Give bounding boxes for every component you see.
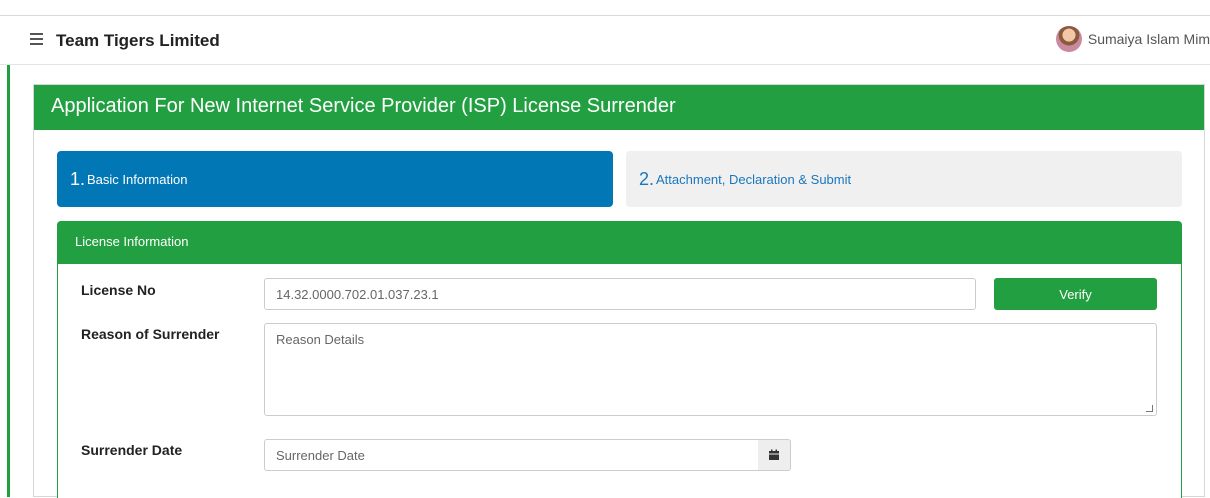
license-no-input[interactable]: 14.32.0000.702.01.037.23.1: [264, 278, 976, 310]
surrender-date-placeholder: Surrender Date: [276, 448, 365, 463]
license-no-label: License No: [81, 282, 156, 298]
page-title: Application For New Internet Service Pro…: [51, 95, 676, 117]
application-panel: Application For New Internet Service Pro…: [33, 84, 1205, 498]
calendar-icon: [769, 449, 779, 460]
user-menu[interactable]: Sumaiya Islam Mim: [1055, 26, 1210, 52]
top-spacer: [0, 0, 1210, 15]
step-basic-information[interactable]: 1. Basic Information: [57, 151, 613, 207]
surrender-date-input[interactable]: Surrender Date: [264, 439, 759, 471]
user-avatar: [1055, 26, 1082, 52]
step-attachment-declaration-submit[interactable]: 2. Attachment, Declaration & Submit: [626, 151, 1182, 207]
verify-button[interactable]: Verify: [994, 278, 1157, 310]
hamburger-menu-icon[interactable]: [30, 33, 43, 45]
surrender-date-label: Surrender Date: [81, 442, 183, 458]
license-information-card: License Information License No 14.32.000…: [57, 221, 1182, 498]
reason-details-textarea[interactable]: Reason Details: [264, 323, 1157, 416]
top-navbar: Team Tigers Limited Sumaiya Islam Mim: [0, 15, 1210, 65]
card-title: License Information: [58, 222, 1181, 264]
sidebar-edge: [7, 65, 10, 497]
calendar-button[interactable]: [758, 439, 791, 471]
brand-name: Team Tigers Limited: [56, 31, 220, 50]
reason-placeholder: Reason Details: [276, 332, 365, 347]
user-name: Sumaiya Islam Mim: [1087, 31, 1210, 47]
step-number: 2.: [639, 168, 655, 189]
step-label: Attachment, Declaration & Submit: [656, 171, 852, 187]
step-label: Basic Information: [87, 171, 188, 187]
reason-of-surrender-label: Reason of Surrender: [81, 326, 220, 342]
panel-header: Application For New Internet Service Pro…: [34, 85, 1204, 130]
step-number: 1.: [70, 168, 86, 189]
textarea-resize-handle[interactable]: [1146, 405, 1153, 412]
